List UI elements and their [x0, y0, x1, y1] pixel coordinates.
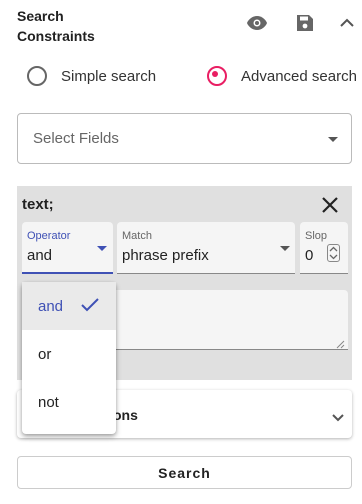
chevron-down-icon: [332, 409, 344, 427]
title-line-1: Search: [17, 8, 64, 24]
radio-simple-search[interactable]: Simple search: [27, 64, 156, 88]
radio-advanced-search[interactable]: Advanced search: [207, 64, 357, 88]
title-line-2: Constraints: [17, 28, 95, 44]
operator-value: and: [27, 247, 53, 264]
check-icon: [81, 298, 99, 316]
menu-item-or[interactable]: or: [22, 330, 116, 378]
match-label: Match: [122, 230, 152, 242]
resize-handle-icon[interactable]: [335, 336, 345, 349]
constraint-title: text;: [22, 196, 54, 213]
caret-down-icon: [328, 137, 338, 142]
caret-down-icon: [97, 246, 107, 251]
save-icon[interactable]: [294, 12, 316, 34]
chevron-up-icon[interactable]: [336, 12, 358, 34]
operator-menu: and or not: [22, 282, 116, 434]
radio-circle: [27, 66, 47, 86]
eye-icon[interactable]: [246, 12, 268, 34]
select-fields-placeholder: Select Fields: [33, 130, 119, 147]
radio-label: Advanced search: [241, 67, 357, 85]
select-fields-dropdown[interactable]: Select Fields: [17, 113, 352, 164]
match-value: phrase prefix: [122, 247, 209, 264]
spinner-arrows-icon[interactable]: [327, 244, 340, 262]
menu-item-and[interactable]: and: [22, 282, 116, 330]
options-label: ons: [113, 407, 138, 423]
menu-item-not[interactable]: not: [22, 378, 116, 426]
caret-down-icon: [280, 246, 290, 251]
search-button[interactable]: Search: [17, 456, 352, 489]
radio-circle-selected: [207, 66, 227, 86]
panel-title: Search Constraints: [17, 6, 95, 46]
close-icon[interactable]: [320, 195, 340, 215]
operator-label: Operator: [27, 230, 71, 242]
menu-item-label: and: [38, 297, 64, 315]
operator-select[interactable]: Operator and: [22, 222, 113, 274]
menu-item-label: or: [38, 345, 52, 363]
slop-value: 0: [305, 247, 314, 264]
radio-label: Simple search: [61, 67, 157, 85]
menu-item-label: not: [38, 393, 59, 411]
slop-stepper[interactable]: Slop 0: [300, 222, 348, 274]
slop-label: Slop: [305, 230, 328, 242]
match-select[interactable]: Match phrase prefix: [117, 222, 295, 274]
